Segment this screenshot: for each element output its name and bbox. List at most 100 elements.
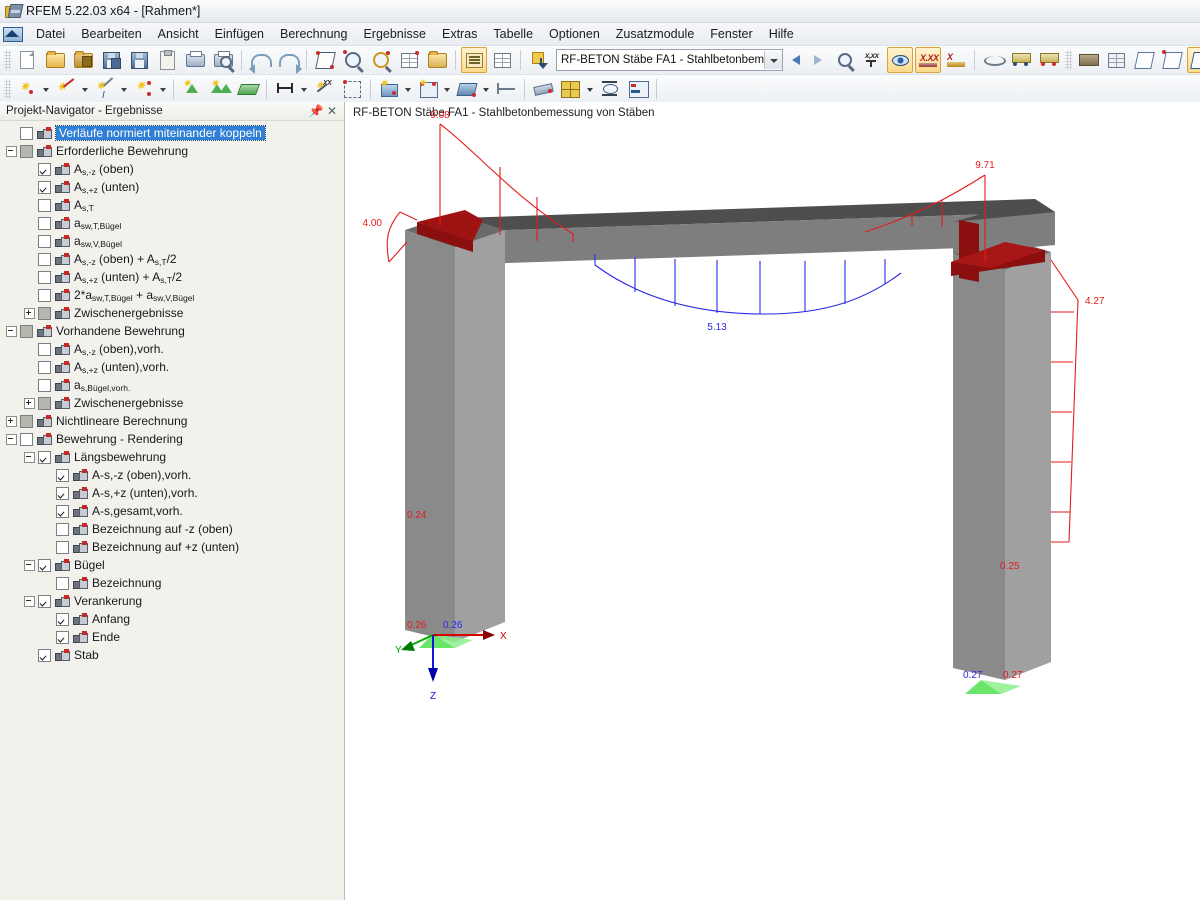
chevron-down-icon[interactable] xyxy=(80,77,91,101)
load-case-icon[interactable]: ✷ xyxy=(415,76,441,102)
tree-item[interactable]: Vorhandene Bewehrung xyxy=(0,322,344,340)
tree-item[interactable]: Anfang xyxy=(0,610,344,628)
collapse-icon[interactable] xyxy=(6,434,17,445)
print-icon[interactable] xyxy=(182,47,208,73)
tree-checkbox[interactable] xyxy=(20,145,33,158)
expand-icon[interactable] xyxy=(24,308,35,319)
tree-checkbox[interactable] xyxy=(20,127,33,140)
chevron-down-icon[interactable] xyxy=(119,77,130,101)
tree-checkbox[interactable] xyxy=(38,217,51,230)
tree-item[interactable]: Zwischenergebnisse xyxy=(0,304,344,322)
clipboard-icon[interactable] xyxy=(154,47,180,73)
new-surface-icon[interactable]: ✷ xyxy=(179,76,205,102)
view-xz-icon[interactable] xyxy=(1159,47,1185,73)
tree-checkbox[interactable] xyxy=(56,523,69,536)
chevron-down-icon[interactable] xyxy=(585,77,596,101)
tree-item[interactable]: A-s,-z (oben),vorh. xyxy=(0,466,344,484)
tree-checkbox[interactable] xyxy=(38,595,51,608)
collapse-icon[interactable] xyxy=(24,452,35,463)
menu-einfuegen[interactable]: Einfügen xyxy=(208,25,271,43)
tree-item[interactable]: As,+z (unten),vorh. xyxy=(0,358,344,376)
tables-show-icon[interactable] xyxy=(461,47,487,73)
print-preview-icon[interactable] xyxy=(210,47,236,73)
menu-optionen[interactable]: Optionen xyxy=(542,25,607,43)
member-load-icon[interactable] xyxy=(454,76,480,102)
tree-checkbox[interactable] xyxy=(56,631,69,644)
tree-item[interactable]: Bügel xyxy=(0,556,344,574)
redo-icon[interactable] xyxy=(275,47,301,73)
iso-view-icon[interactable] xyxy=(1131,47,1157,73)
tree-item[interactable]: Ende xyxy=(0,628,344,646)
nodal-support-icon[interactable] xyxy=(272,76,298,102)
render-model-icon[interactable] xyxy=(312,47,338,73)
open-package-icon[interactable] xyxy=(70,47,96,73)
menu-berechnung[interactable]: Berechnung xyxy=(273,25,354,43)
tree-checkbox[interactable] xyxy=(38,649,51,662)
table-grid-icon[interactable] xyxy=(489,47,515,73)
tree-checkbox[interactable] xyxy=(56,469,69,482)
new-polyline-icon[interactable]: ✷ xyxy=(131,76,157,102)
view-3d-icon[interactable] xyxy=(1187,47,1200,73)
structural-model-render[interactable]: 9.08 4.00 9.71 xyxy=(345,102,1200,900)
tree-item[interactable]: Bewehrung - Rendering xyxy=(0,430,344,448)
tree-checkbox[interactable] xyxy=(38,397,51,410)
collapse-icon[interactable] xyxy=(6,326,17,337)
zoom-selection-icon[interactable] xyxy=(340,47,366,73)
support-reaction-icon[interactable] xyxy=(1008,47,1034,73)
tree-item[interactable]: Nichtlineare Berechnung xyxy=(0,412,344,430)
save-icon[interactable] xyxy=(126,47,152,73)
pin-icon[interactable]: 📌 xyxy=(308,103,324,119)
collapse-icon[interactable] xyxy=(24,560,35,571)
result-diagram-icon[interactable] xyxy=(625,76,651,102)
tree-item[interactable]: asw,T,Bügel xyxy=(0,214,344,232)
tree-checkbox[interactable] xyxy=(38,289,51,302)
navigator-tree[interactable]: Verläufe normiert miteinander koppelnErf… xyxy=(0,121,344,900)
tree-item[interactable]: Bezeichnung auf +z (unten) xyxy=(0,538,344,556)
dimension-icon[interactable] xyxy=(493,76,519,102)
expand-icon[interactable] xyxy=(24,398,35,409)
collapse-icon[interactable] xyxy=(24,596,35,607)
tree-checkbox[interactable] xyxy=(38,379,51,392)
expand-icon[interactable] xyxy=(6,416,17,427)
tree-checkbox[interactable] xyxy=(20,325,33,338)
chevron-down-icon[interactable] xyxy=(442,77,453,101)
chevron-down-icon[interactable] xyxy=(764,51,782,69)
tree-checkbox[interactable] xyxy=(38,361,51,374)
tree-checkbox[interactable] xyxy=(38,181,51,194)
tree-item[interactable]: Verankerung xyxy=(0,592,344,610)
result-value-icon[interactable]: x,xx xyxy=(859,47,885,73)
result-values-xx-icon[interactable]: X.XX xyxy=(915,47,941,73)
chevron-down-icon[interactable] xyxy=(481,77,492,101)
menu-bearbeiten[interactable]: Bearbeiten xyxy=(74,25,148,43)
tree-item[interactable]: A-s,gesamt,vorh. xyxy=(0,502,344,520)
tree-item[interactable]: Verläufe normiert miteinander koppeln xyxy=(0,124,344,142)
tree-item[interactable]: As,+z (unten) xyxy=(0,178,344,196)
tree-item[interactable]: As,+z (unten) + As,T/2 xyxy=(0,268,344,286)
member-hinge-icon[interactable] xyxy=(339,76,365,102)
menu-ergebnisse[interactable]: Ergebnisse xyxy=(356,25,433,43)
chevron-down-icon[interactable] xyxy=(299,77,310,101)
support-forces-icon[interactable] xyxy=(1036,47,1062,73)
new-line-icon[interactable]: ✷ xyxy=(53,76,79,102)
result-search-icon[interactable] xyxy=(831,47,857,73)
result-show-icon[interactable] xyxy=(887,47,913,73)
tree-item[interactable]: Erforderliche Bewehrung xyxy=(0,142,344,160)
tree-checkbox[interactable] xyxy=(38,253,51,266)
tree-checkbox[interactable] xyxy=(38,307,51,320)
new-member-icon[interactable]: ✷I xyxy=(92,76,118,102)
next-case-icon[interactable] xyxy=(808,49,830,71)
menu-ansicht[interactable]: Ansicht xyxy=(151,25,206,43)
menu-datei[interactable]: Datei xyxy=(29,25,72,43)
menu-tabelle[interactable]: Tabelle xyxy=(486,25,540,43)
menu-hilfe[interactable]: Hilfe xyxy=(762,25,801,43)
tree-checkbox[interactable] xyxy=(38,559,51,572)
tree-item[interactable]: As,-z (oben),vorh. xyxy=(0,340,344,358)
tree-checkbox[interactable] xyxy=(38,163,51,176)
add-module-icon[interactable] xyxy=(526,47,552,73)
model-viewport[interactable]: RF-BETON Stäbe FA1 - Stahlbetonbemessung… xyxy=(345,102,1200,900)
tree-checkbox[interactable] xyxy=(56,577,69,590)
menu-zusatzmodule[interactable]: Zusatzmodule xyxy=(609,25,702,43)
prev-case-icon[interactable] xyxy=(786,49,808,71)
tree-checkbox[interactable] xyxy=(38,343,51,356)
tree-checkbox[interactable] xyxy=(56,505,69,518)
